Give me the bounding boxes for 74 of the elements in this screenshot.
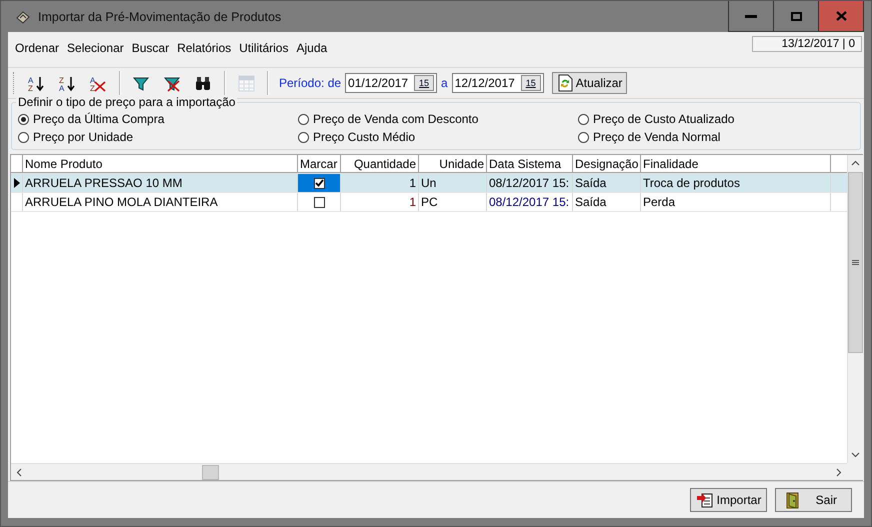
refresh-button[interactable]: Atualizar (552, 72, 628, 94)
minimize-button[interactable] (728, 1, 774, 32)
exit-button[interactable]: Sair (775, 488, 852, 512)
scrollbar-thumb[interactable] (848, 172, 863, 353)
scroll-right-icon (836, 468, 842, 476)
menu-item[interactable]: Ajuda (293, 41, 330, 55)
window-title: Importar da Pré-Movimentação de Produtos (38, 10, 282, 24)
radio-button[interactable] (298, 132, 309, 142)
sort-descending-button[interactable]: Z A (53, 71, 81, 95)
column-header[interactable]: Quantidade (341, 155, 419, 173)
to-label: a (441, 76, 448, 90)
horizontal-scrollbar[interactable] (11, 463, 847, 480)
binoculars-icon (194, 74, 212, 92)
radio-button[interactable] (298, 114, 309, 124)
radio-label[interactable]: Preço Custo Médio (313, 130, 416, 144)
close-button[interactable] (818, 1, 864, 32)
radio-button[interactable] (578, 132, 589, 142)
grip-icon (852, 260, 859, 265)
column-header[interactable]: Nome Produto (23, 155, 298, 173)
sort-ascending-button[interactable]: A Z (22, 71, 50, 95)
vertical-scrollbar[interactable] (847, 155, 863, 463)
scroll-up-icon (851, 160, 860, 166)
table-cell: 08/12/2017 15: (487, 193, 573, 211)
column-header[interactable]: Data Sistema (487, 155, 573, 173)
table-cell: Saída (573, 193, 641, 211)
radio-button[interactable] (18, 114, 29, 124)
period-label: Período: de (279, 76, 342, 90)
maximize-icon (790, 12, 802, 20)
table-cell: Saída (573, 174, 641, 192)
radio-label[interactable]: Preço por Unidade (33, 130, 134, 144)
column-header[interactable]: Finalidade (641, 155, 831, 173)
import-icon (696, 491, 714, 509)
group-label: Definir o tipo de preço para a importação (16, 95, 238, 109)
scroll-down-icon (851, 452, 860, 458)
calendar-button[interactable]: 15 (520, 75, 541, 91)
close-icon (836, 11, 846, 21)
column-header[interactable]: Designação (573, 155, 641, 173)
table-cell: 1 (341, 174, 419, 192)
radio-label[interactable]: Preço de Venda com Desconto (313, 112, 478, 126)
table-row[interactable]: ARRUELA PRESSAO 10 MM 1 Un 08/12/2017 15: Saída Troca de produtos (11, 174, 847, 193)
radio-label[interactable]: Preço de Custo Atualizado (593, 112, 734, 126)
table-row[interactable]: ARRUELA PINO MOLA DIANTEIRA 1 PC 08/12/2017 15: Saída Perda (11, 193, 847, 212)
column-header[interactable]: Unidade (419, 155, 487, 173)
table-cell: Troca de produtos (641, 174, 831, 192)
checkbox[interactable] (314, 178, 324, 188)
table-icon (237, 74, 255, 92)
menu-item[interactable]: Selecionar (64, 41, 127, 55)
scrollbar-thumb[interactable] (202, 464, 219, 480)
menu-item[interactable]: Relatórios (174, 41, 234, 55)
radio-button[interactable] (578, 114, 589, 124)
clear-sort-button[interactable]: A Z (84, 71, 112, 95)
app-icon (16, 10, 30, 24)
check-icon (314, 179, 324, 187)
column-header[interactable]: Marcar (298, 155, 341, 173)
table-cell: 1 (341, 193, 419, 211)
table-cell: PC (419, 193, 487, 211)
radio-label[interactable]: Preço da Última Compra (33, 112, 164, 126)
radio-button[interactable] (18, 132, 29, 142)
calendar-button[interactable]: 15 (414, 75, 434, 91)
checkbox[interactable] (314, 196, 324, 208)
table-cell: Perda (641, 193, 831, 211)
row-pointer-icon (14, 178, 20, 188)
scroll-left-icon (16, 468, 22, 476)
table-cell: 08/12/2017 15: (487, 174, 573, 192)
table-cell: ARRUELA PINO MOLA DIANTEIRA (23, 193, 298, 211)
refresh-icon (556, 74, 573, 92)
menu-item[interactable]: Buscar (128, 41, 172, 55)
minimize-icon (745, 14, 757, 18)
table-cell: Un (419, 174, 487, 192)
status-date: 13/12/2017 | 0 (752, 36, 862, 52)
radio-label[interactable]: Preço de Venda Normal (593, 130, 720, 144)
import-button[interactable]: Importar (690, 488, 767, 512)
menu-item[interactable]: Utilitários (236, 41, 292, 55)
menu-item[interactable]: Ordenar (12, 41, 62, 55)
